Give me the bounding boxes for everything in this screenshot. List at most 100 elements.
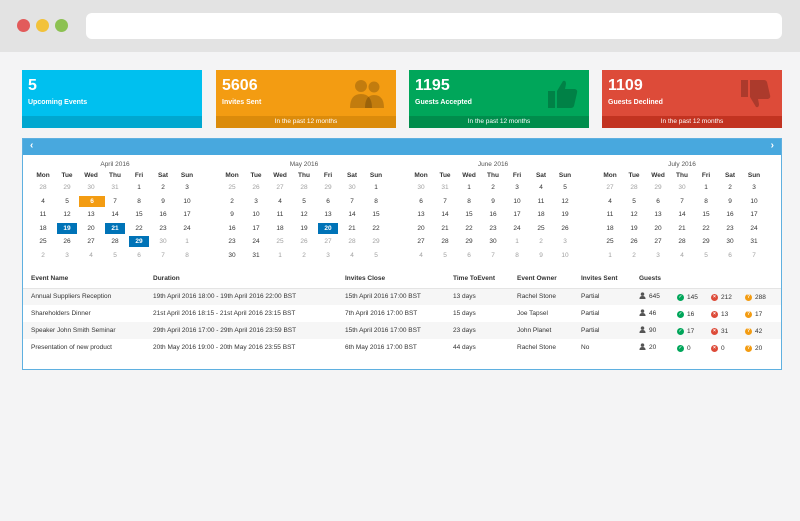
- calendar-day[interactable]: 6: [457, 249, 481, 263]
- stat-guests-declined[interactable]: 1109 Guests Declined In the past 12 mont…: [602, 70, 782, 128]
- calendar-day[interactable]: 13: [316, 208, 340, 222]
- calendar-day[interactable]: 25: [31, 235, 55, 249]
- calendar-day[interactable]: 16: [220, 222, 244, 236]
- calendar-day[interactable]: 4: [340, 249, 364, 263]
- calendar-day[interactable]: 1: [598, 249, 622, 263]
- calendar-day[interactable]: 6: [316, 195, 340, 209]
- calendar-day[interactable]: 21: [340, 222, 364, 236]
- calendar-day[interactable]: 7: [433, 195, 457, 209]
- calendar-day[interactable]: 6: [409, 195, 433, 209]
- calendar-day[interactable]: 7: [481, 249, 505, 263]
- calendar-day[interactable]: 9: [151, 195, 175, 209]
- calendar-day[interactable]: 8: [457, 195, 481, 209]
- calendar-day[interactable]: 10: [244, 208, 268, 222]
- calendar-day[interactable]: 29: [55, 181, 79, 195]
- calendar-day[interactable]: 7: [103, 195, 127, 209]
- col-duration[interactable]: Duration: [145, 270, 337, 289]
- calendar-day[interactable]: 13: [79, 208, 103, 222]
- calendar-day[interactable]: 12: [622, 208, 646, 222]
- calendar-day[interactable]: 1: [505, 235, 529, 249]
- calendar-day[interactable]: 14: [433, 208, 457, 222]
- col-time-to-event[interactable]: Time ToEvent: [445, 270, 509, 289]
- calendar-day[interactable]: 25: [598, 235, 622, 249]
- calendar-day[interactable]: 2: [481, 181, 505, 195]
- calendar-day[interactable]: 9: [529, 249, 553, 263]
- calendar-day[interactable]: 17: [505, 208, 529, 222]
- calendar-day[interactable]: 29: [364, 235, 388, 249]
- calendar-day[interactable]: 13: [646, 208, 670, 222]
- calendar-day[interactable]: 27: [646, 235, 670, 249]
- calendar-day[interactable]: 28: [670, 235, 694, 249]
- calendar-day[interactable]: 21: [103, 222, 127, 236]
- calendar-day[interactable]: 12: [55, 208, 79, 222]
- stat-guests-accepted[interactable]: 1195 Guests Accepted In the past 12 mont…: [409, 70, 589, 128]
- event-row[interactable]: Speaker John Smith Seminar 29th April 201…: [23, 322, 782, 339]
- calendar-day[interactable]: 27: [79, 235, 103, 249]
- calendar-day[interactable]: 30: [79, 181, 103, 195]
- calendar-day[interactable]: 25: [220, 181, 244, 195]
- calendar-day[interactable]: 3: [646, 249, 670, 263]
- calendar-day[interactable]: 5: [694, 249, 718, 263]
- calendar-day[interactable]: 26: [55, 235, 79, 249]
- calendar-day[interactable]: 8: [505, 249, 529, 263]
- calendar-day[interactable]: 3: [742, 181, 766, 195]
- minimize-window-dot[interactable]: [36, 19, 49, 32]
- calendar-day[interactable]: 28: [622, 181, 646, 195]
- calendar-day[interactable]: 19: [55, 222, 79, 236]
- calendar-day[interactable]: 11: [598, 208, 622, 222]
- close-window-dot[interactable]: [17, 19, 30, 32]
- calendar-day[interactable]: 5: [103, 249, 127, 263]
- calendar-day[interactable]: 8: [694, 195, 718, 209]
- calendar-day[interactable]: 3: [175, 181, 199, 195]
- calendar-day[interactable]: 3: [316, 249, 340, 263]
- calendar-day[interactable]: 26: [292, 235, 316, 249]
- calendar-day[interactable]: 12: [292, 208, 316, 222]
- calendar-day[interactable]: 5: [55, 195, 79, 209]
- calendar-day[interactable]: 3: [553, 235, 577, 249]
- calendar-day[interactable]: 8: [127, 195, 151, 209]
- event-row[interactable]: Presentation of new product 20th May 2016…: [23, 339, 781, 356]
- calendar-day[interactable]: 27: [598, 181, 622, 195]
- calendar-day[interactable]: 2: [151, 181, 175, 195]
- calendar-day[interactable]: 30: [481, 235, 505, 249]
- calendar-day[interactable]: 15: [457, 208, 481, 222]
- chevron-left-icon[interactable]: ‹: [30, 140, 33, 151]
- calendar-day[interactable]: 30: [220, 249, 244, 263]
- calendar-day[interactable]: 1: [694, 181, 718, 195]
- calendar-day[interactable]: 9: [220, 208, 244, 222]
- calendar-day[interactable]: 2: [292, 249, 316, 263]
- calendar-day[interactable]: 6: [646, 195, 670, 209]
- calendar-day[interactable]: 19: [553, 208, 577, 222]
- calendar-day[interactable]: 4: [268, 195, 292, 209]
- calendar-day[interactable]: 21: [433, 222, 457, 236]
- calendar-day[interactable]: 10: [175, 195, 199, 209]
- calendar-day[interactable]: 4: [31, 195, 55, 209]
- calendar-day[interactable]: 22: [457, 222, 481, 236]
- calendar-day[interactable]: 7: [151, 249, 175, 263]
- calendar-day[interactable]: 25: [268, 235, 292, 249]
- calendar-day[interactable]: 13: [409, 208, 433, 222]
- calendar-day[interactable]: 15: [127, 208, 151, 222]
- calendar-day[interactable]: 31: [433, 181, 457, 195]
- calendar-day[interactable]: 20: [316, 222, 340, 236]
- calendar-day[interactable]: 2: [31, 249, 55, 263]
- calendar-day[interactable]: 4: [670, 249, 694, 263]
- calendar-day[interactable]: 4: [529, 181, 553, 195]
- calendar-day[interactable]: 4: [79, 249, 103, 263]
- calendar-day[interactable]: 8: [175, 249, 199, 263]
- calendar-day[interactable]: 30: [718, 235, 742, 249]
- calendar-day[interactable]: 10: [742, 195, 766, 209]
- calendar-day[interactable]: 22: [694, 222, 718, 236]
- calendar-day[interactable]: 29: [457, 235, 481, 249]
- chevron-right-icon[interactable]: ›: [771, 140, 774, 151]
- calendar-day[interactable]: 5: [433, 249, 457, 263]
- calendar-day[interactable]: 18: [529, 208, 553, 222]
- calendar-day[interactable]: 29: [316, 181, 340, 195]
- calendar-day[interactable]: 5: [292, 195, 316, 209]
- calendar-day[interactable]: 19: [622, 222, 646, 236]
- calendar-day[interactable]: 10: [553, 249, 577, 263]
- calendar-day[interactable]: 31: [244, 249, 268, 263]
- calendar-day[interactable]: 15: [694, 208, 718, 222]
- calendar-day[interactable]: 20: [79, 222, 103, 236]
- event-row[interactable]: Shareholders Dinner 21st April 2016 18:15…: [23, 305, 781, 322]
